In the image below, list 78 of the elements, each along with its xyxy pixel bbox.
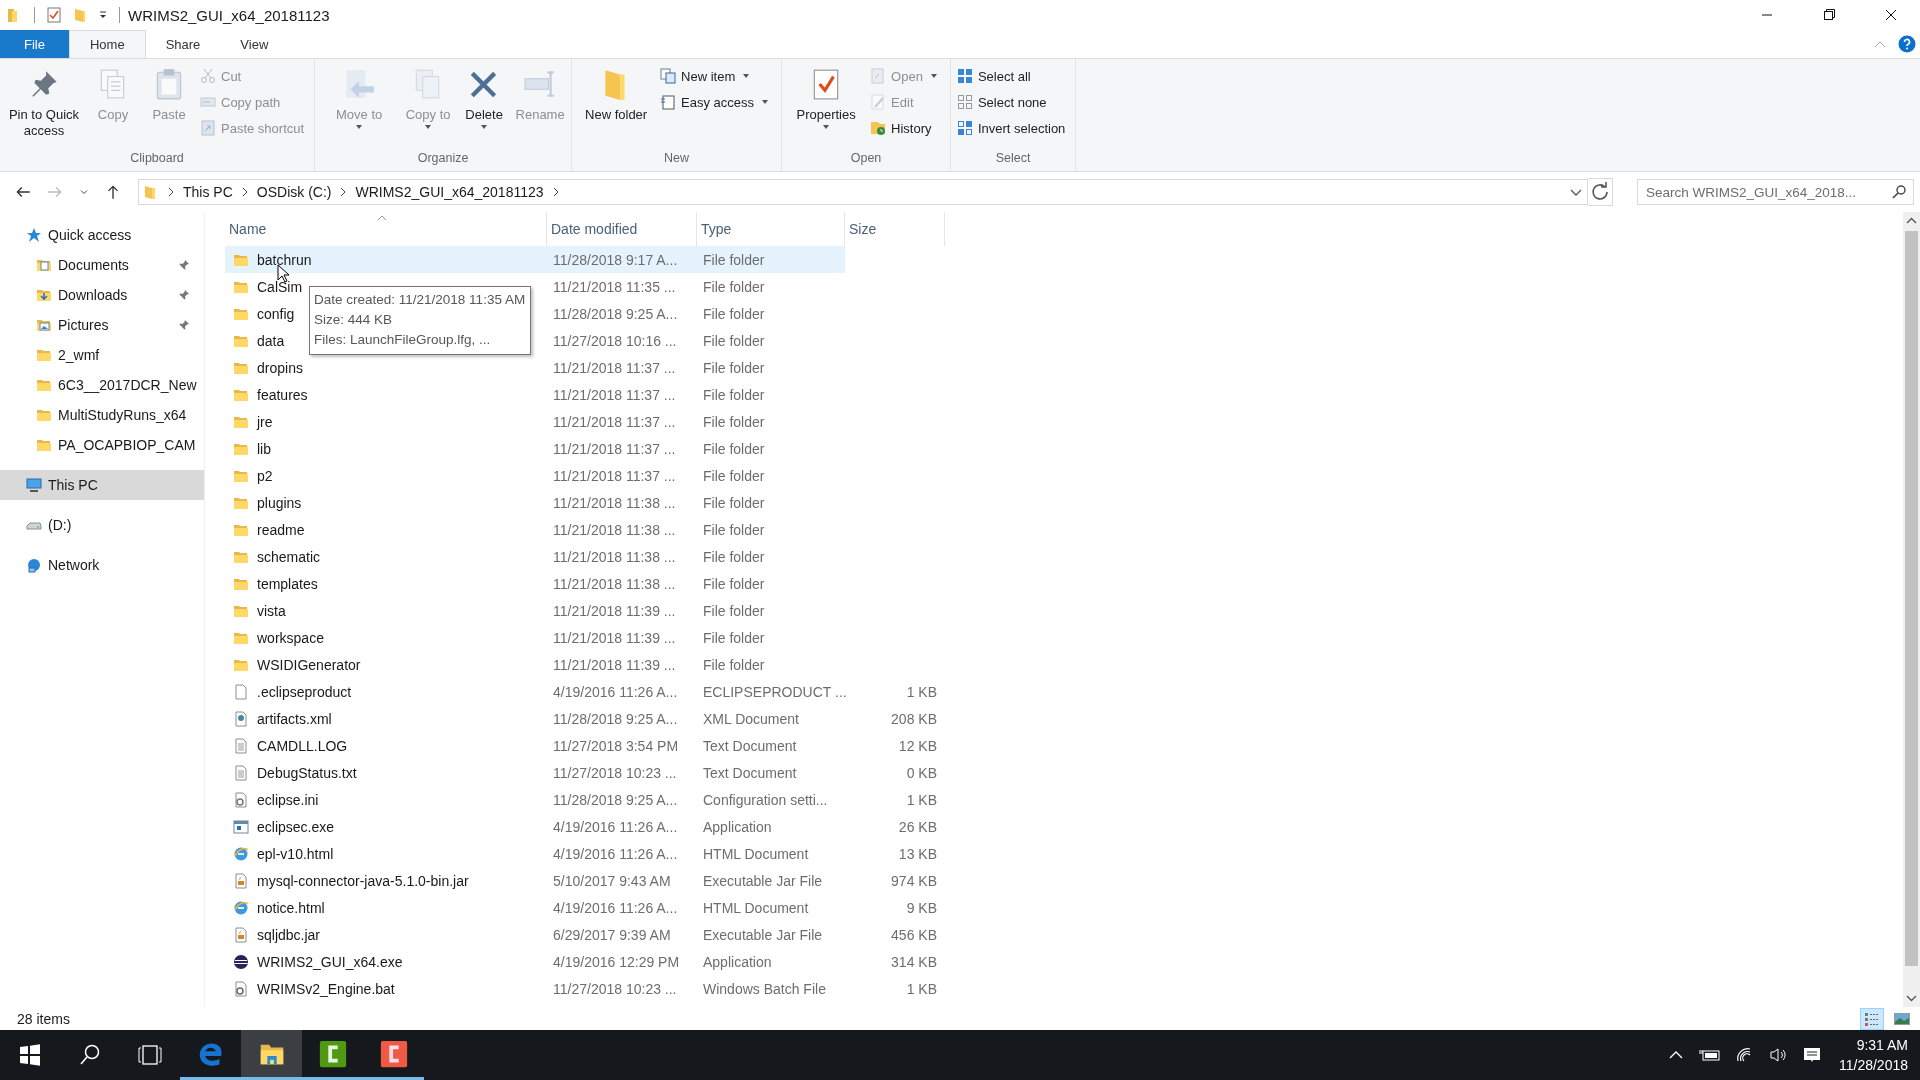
table-cell-text: File folder [702, 439, 766, 459]
table-cell-text: 11/27/2018 10:16 ... [552, 331, 678, 351]
table-cell-text: File folder [702, 574, 766, 594]
table-cell-text: 11/21/2018 11:37 ... [552, 439, 677, 459]
table-cell-text: Application [702, 952, 773, 972]
table-cell-text: HTML Document [702, 844, 810, 864]
table-cell-text: 4/19/2016 11:26 A... [552, 898, 679, 918]
tooltip-line: Size: 444 KB [314, 311, 394, 329]
tooltip-line: Files: LaunchFileGroup.lfg, ... [314, 331, 492, 349]
table-cell-text: File folder [702, 358, 766, 378]
table-cell-text: 9 KB [905, 898, 938, 918]
table-cell-text: Text Document [702, 763, 798, 783]
table-cell-text: File folder [702, 655, 766, 675]
table-cell-text: 6/29/2017 9:39 AM [552, 925, 672, 945]
table-cell-text: File folder [702, 277, 766, 297]
table-cell-text: File folder [702, 547, 766, 567]
table-cell-text: Configuration setti... [702, 790, 829, 810]
table-cell-text: File folder [702, 385, 766, 405]
tooltip-line: Date created: 11/21/2018 11:35 AM [314, 291, 526, 309]
table-cell-text: 13 KB [897, 844, 938, 864]
table-cell-text: 4/19/2016 11:26 A... [552, 682, 679, 702]
table-cell-text: 11/27/2018 10:23 ... [552, 979, 678, 999]
table-cell-text: 11/21/2018 11:38 ... [552, 547, 677, 567]
table-cell-text: File folder [702, 601, 766, 621]
table-cell-text: 11/21/2018 11:37 ... [552, 466, 677, 486]
table-cell-text: 11/28/2018 9:25 A... [552, 304, 679, 324]
table-cell-text: 11/21/2018 11:37 ... [552, 385, 677, 405]
table-cell-text: 314 KB [890, 952, 938, 972]
table-cell-text: File folder [702, 493, 766, 513]
group-label: New [663, 151, 691, 167]
table-cell-text: 12 KB [897, 736, 938, 756]
table-cell-text: Windows Batch File [702, 979, 827, 999]
table-cell-text: Executable Jar File [702, 925, 824, 945]
group-label: Select [994, 151, 1032, 167]
table-cell-text: 1 KB [905, 979, 938, 999]
table-cell-text: 1 KB [905, 790, 938, 810]
table-cell-text: 11/21/2018 11:35 ... [552, 277, 677, 297]
table-cell-text: 11/21/2018 11:38 ... [552, 520, 677, 540]
group-label: Organize [416, 151, 470, 167]
table-cell-text: 4/19/2016 12:29 PM [552, 952, 681, 972]
group-label: Open [849, 151, 883, 167]
table-cell-text: 11/21/2018 11:37 ... [552, 412, 677, 432]
table-cell-text: 0 KB [905, 763, 938, 783]
table-cell-text: File folder [702, 331, 766, 351]
table-cell-text: Text Document [702, 736, 798, 756]
table-cell-text: 1 KB [905, 682, 938, 702]
table-cell-text: 4/19/2016 11:26 A... [552, 844, 679, 864]
table-cell-text: File folder [702, 412, 766, 432]
window-title: WRIMS2_GUI_x64_20181123 [128, 6, 330, 24]
table-cell: 11/28/2018 9:17 A... [547, 246, 697, 273]
table-cell-text: 11/28/2018 9:25 A... [552, 709, 679, 729]
table-cell-text: 4/19/2016 11:26 A... [552, 817, 679, 837]
table-cell-text: 11/21/2018 11:39 ... [552, 601, 677, 621]
table-cell-text: 11/21/2018 11:39 ... [552, 628, 677, 648]
table-cell-text: 11/28/2018 9:25 A... [552, 790, 679, 810]
table-cell-text: 208 KB [890, 709, 938, 729]
table-cell-text: 26 KB [897, 817, 938, 837]
table-cell-text: 11/27/2018 3:54 PM [552, 736, 680, 756]
table-cell-text: File folder [702, 628, 766, 648]
table-cell-text: ECLIPSEPRODUCT ... [702, 682, 845, 702]
table-cell: File folder [697, 246, 845, 273]
table-cell-text: 11/21/2018 11:38 ... [552, 574, 677, 594]
table-cell-text: 974 KB [890, 871, 938, 891]
table-cell-text: File folder [702, 304, 766, 324]
group-label: Clipboard [129, 151, 185, 167]
table-cell-text: 11/21/2018 11:37 ... [552, 358, 677, 378]
table-cell-text: 11/21/2018 11:38 ... [552, 493, 677, 513]
table-cell-text: 456 KB [890, 925, 938, 945]
table-cell-text: 11/27/2018 10:23 ... [552, 763, 678, 783]
table-cell-text: HTML Document [702, 898, 810, 918]
table-cell-text: 5/10/2017 9:43 AM [552, 871, 672, 891]
table-cell-text: 11/21/2018 11:39 ... [552, 655, 677, 675]
item-count: 28 items [17, 1011, 70, 1027]
table-cell-text: XML Document [702, 709, 800, 729]
table-cell-text: Executable Jar File [702, 871, 824, 891]
table-cell-text: File folder [702, 520, 766, 540]
table-cell-text: File folder [702, 466, 766, 486]
table-cell-text: Application [702, 817, 773, 837]
